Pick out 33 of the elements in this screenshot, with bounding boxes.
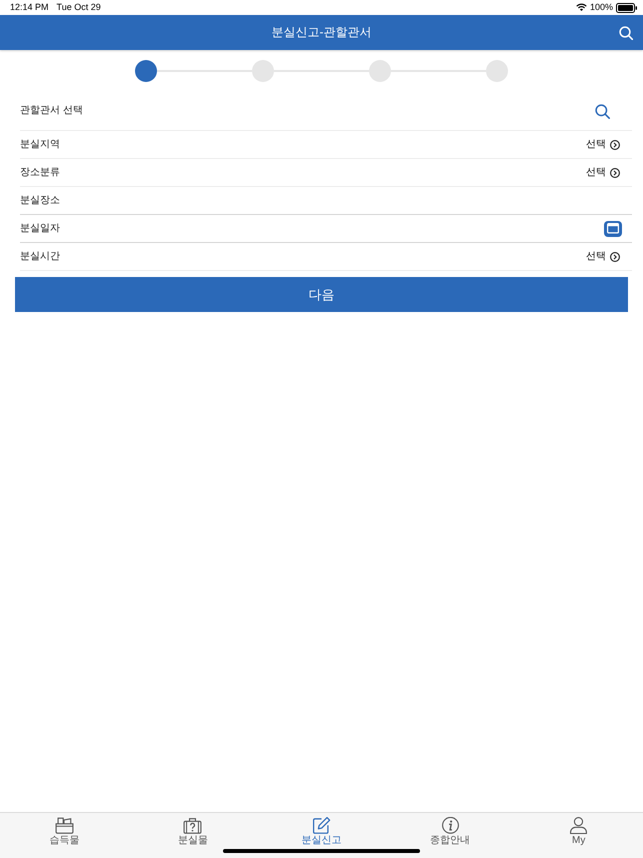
chevron-right-circle-icon <box>610 140 620 150</box>
tab[interactable]: 분실물 <box>128 817 258 846</box>
person-icon <box>569 817 588 834</box>
calendar-icon <box>607 223 619 234</box>
select-button[interactable]: 선택 <box>586 250 620 262</box>
select-button[interactable]: 선택 <box>586 166 620 178</box>
status-time: 12:14 PM <box>10 3 49 12</box>
tab[interactable]: My <box>514 817 643 846</box>
search-icon[interactable] <box>619 26 633 40</box>
chevron-right-circle-icon <box>610 252 620 262</box>
calendar-button[interactable] <box>604 220 622 236</box>
field-label: 분실장소 <box>20 194 60 206</box>
field-label: 관할관서 선택 <box>20 105 83 117</box>
search-icon[interactable] <box>595 104 610 118</box>
status-date: Tue Oct 29 <box>56 3 101 12</box>
tab[interactable]: 습득물 <box>0 817 129 846</box>
chevron-right-circle-icon <box>610 168 620 178</box>
page-title: 분실신고-관할관서 <box>272 25 372 40</box>
edit-icon <box>312 817 331 834</box>
tab[interactable]: 종합안내 <box>386 817 514 846</box>
field-label: 분실시간 <box>20 250 60 262</box>
battery-percentage: 100% <box>590 3 613 12</box>
field-label: 장소분류 <box>20 166 60 178</box>
wifi-icon <box>576 3 587 12</box>
box-icon <box>54 817 74 834</box>
suitcase-question-icon <box>183 817 202 834</box>
select-button[interactable]: 선택 <box>586 138 620 150</box>
next-button[interactable]: 다음 <box>15 277 628 312</box>
field-label: 분실지역 <box>20 138 60 150</box>
field-label: 분실일자 <box>20 222 60 234</box>
battery-icon <box>616 2 637 12</box>
tab[interactable]: 분실신고 <box>257 817 386 846</box>
info-icon <box>440 817 460 834</box>
